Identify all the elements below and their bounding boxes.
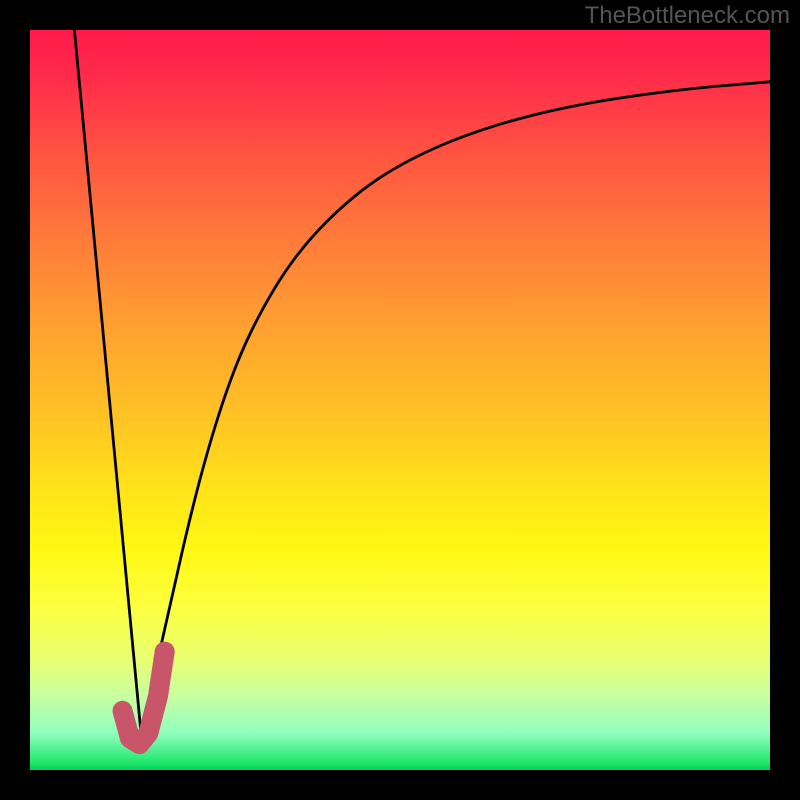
watermark-text: TheBottleneck.com: [585, 2, 790, 30]
series-right-ascent: [141, 82, 770, 733]
chart-frame: TheBottleneck.com: [0, 0, 800, 800]
plot-area: [30, 30, 770, 770]
series-j-mark: [123, 652, 165, 745]
curves-svg: [30, 30, 770, 770]
series-left-descent: [74, 30, 141, 733]
